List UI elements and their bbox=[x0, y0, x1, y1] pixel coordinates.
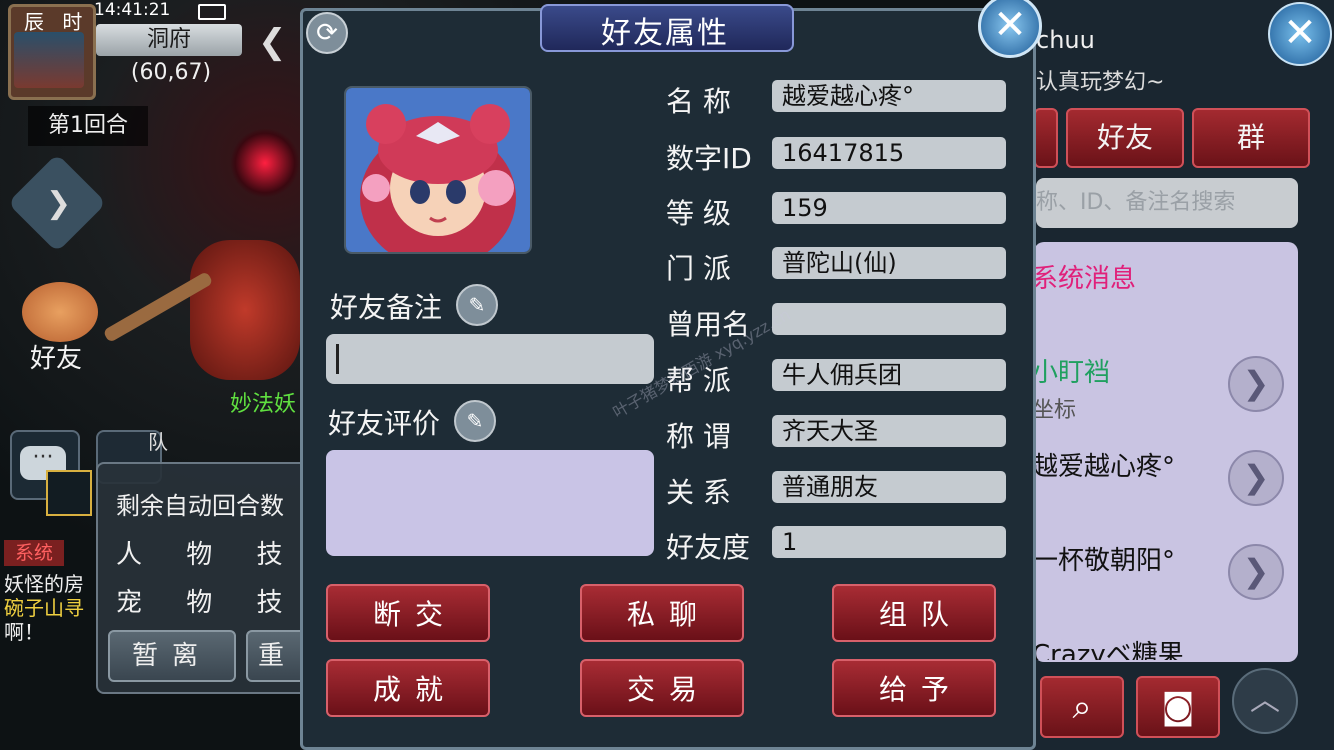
refresh-icon[interactable]: ⟳ bbox=[306, 12, 348, 54]
friend-shortcut-label[interactable]: 好友 bbox=[30, 338, 82, 375]
team-label: 队 bbox=[148, 430, 168, 454]
minimap-thumbnail[interactable] bbox=[14, 32, 84, 88]
monster-sprite[interactable] bbox=[190, 240, 300, 380]
list-item-name[interactable]: 系统消息 bbox=[1032, 258, 1136, 295]
system-channel-tag: 系统 bbox=[4, 540, 64, 566]
field-label-name: 名 称 bbox=[666, 85, 731, 118]
field-value-friendship: 1 bbox=[772, 526, 1006, 558]
dialog-title: 好友属性 bbox=[601, 16, 729, 51]
field-value-school: 普陀山(仙) bbox=[772, 247, 1006, 279]
list-item-name[interactable]: 一杯敬朝阳° bbox=[1032, 540, 1175, 577]
friend-portrait bbox=[344, 86, 532, 254]
bag-icon[interactable]: ◙ bbox=[1136, 676, 1220, 738]
chevron-right-icon: ❯ bbox=[46, 186, 72, 221]
field-label-id: 数字ID bbox=[666, 142, 752, 175]
list-item-name[interactable]: 小盯裆 bbox=[1032, 352, 1110, 389]
search-icon[interactable]: ⌕ bbox=[1040, 676, 1124, 738]
chevron-right-icon[interactable]: ❯ bbox=[1228, 450, 1284, 506]
tab-recent[interactable] bbox=[1034, 108, 1058, 168]
list-item-name[interactable]: 越爱越心疼° bbox=[1032, 446, 1175, 483]
chevron-right-icon[interactable]: ❯ bbox=[1228, 544, 1284, 600]
monster-name: 妙法妖 bbox=[230, 392, 297, 417]
field-label-school: 门 派 bbox=[666, 252, 731, 285]
pencil-icon[interactable]: ✎ bbox=[454, 400, 496, 442]
tab-friends[interactable]: 好友 bbox=[1066, 108, 1184, 168]
handshake-icon[interactable] bbox=[22, 282, 98, 342]
time-period-label: 辰 时 bbox=[24, 10, 89, 34]
field-value-level: 159 bbox=[772, 192, 1006, 224]
review-label: 好友评价 bbox=[328, 407, 441, 440]
list-item-name[interactable]: Crazyベ糖果 bbox=[1032, 634, 1184, 660]
battery-icon bbox=[198, 4, 226, 20]
achievement-button[interactable]: 成就 bbox=[326, 659, 490, 717]
text-caret bbox=[336, 344, 339, 374]
unfriend-button[interactable]: 断交 bbox=[326, 584, 490, 642]
field-value-former-name bbox=[772, 303, 1006, 335]
portrait-image bbox=[346, 88, 530, 252]
tab-groups[interactable]: 群 bbox=[1192, 108, 1310, 168]
collapse-arrow-icon[interactable]: ❮ bbox=[258, 22, 287, 62]
review-textarea[interactable] bbox=[326, 450, 654, 556]
private-chat-button[interactable]: 私聊 bbox=[580, 584, 744, 642]
player-signature: 认真玩梦幻~ bbox=[1036, 70, 1165, 95]
player-name: chuu bbox=[1036, 26, 1095, 54]
away-button[interactable]: 暂离 bbox=[108, 630, 236, 682]
map-coordinates: (60,67) bbox=[130, 60, 212, 85]
field-label-friendship: 好友度 bbox=[666, 531, 751, 564]
field-label-relation: 关 系 bbox=[666, 476, 731, 509]
remark-label: 好友备注 bbox=[330, 291, 443, 324]
give-button[interactable]: 给予 bbox=[832, 659, 996, 717]
remark-input[interactable] bbox=[326, 334, 654, 384]
field-label-level: 等 级 bbox=[666, 197, 731, 230]
chevron-up-icon[interactable]: ︿ bbox=[1232, 668, 1298, 734]
field-label-title: 称 谓 bbox=[666, 420, 731, 453]
field-value-title: 齐天大圣 bbox=[772, 415, 1006, 447]
expand-icon[interactable] bbox=[46, 470, 92, 516]
battle-round-label: 第1回合 bbox=[28, 106, 148, 146]
system-clock: 14:41:21 bbox=[94, 0, 171, 20]
team-up-button[interactable]: 组队 bbox=[832, 584, 996, 642]
effect-orb bbox=[230, 128, 300, 198]
auto-round-remaining: 剩余自动回合数 bbox=[116, 492, 284, 520]
list-item-sub: 坐标 bbox=[1032, 398, 1077, 423]
field-value-relation: 普通朋友 bbox=[772, 471, 1006, 503]
field-value-name: 越爱越心疼° bbox=[772, 80, 1006, 112]
chevron-right-icon[interactable]: ❯ bbox=[1228, 356, 1284, 412]
field-value-guild: 牛人佣兵团 bbox=[772, 359, 1006, 391]
close-icon[interactable]: ✕ bbox=[1268, 2, 1332, 66]
trade-button[interactable]: 交易 bbox=[580, 659, 744, 717]
field-value-id: 16417815 bbox=[772, 137, 1006, 169]
location-name[interactable]: 洞府 bbox=[96, 24, 242, 56]
chat-line: 啊！ bbox=[4, 620, 44, 644]
friend-search-input[interactable]: 称、ID、备注名搜索 bbox=[1036, 178, 1298, 228]
pencil-icon[interactable]: ✎ bbox=[456, 284, 498, 326]
